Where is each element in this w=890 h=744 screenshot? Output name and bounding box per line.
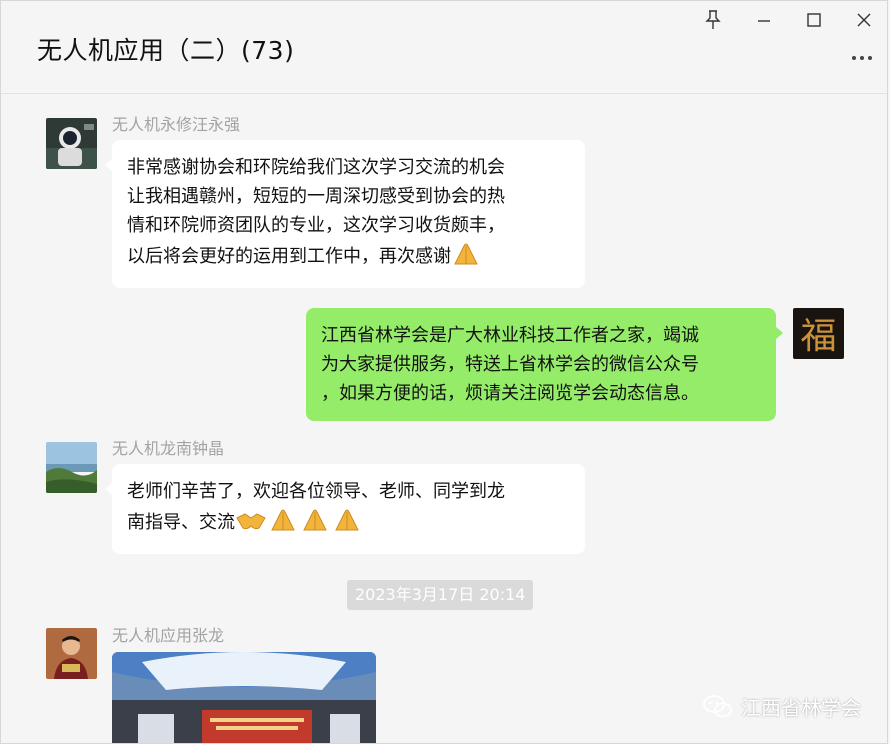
message-line: 老师们辛苦了，欢迎各位领导、老师、同学到龙 — [127, 481, 505, 502]
conference-room-photo[interactable] — [112, 652, 376, 743]
sender-name: 无人机应用张龙 — [112, 626, 225, 645]
title-bar: 无人机应用（二）(73) — [1, 1, 887, 94]
folded-hands-icon — [451, 240, 481, 275]
message-bubble[interactable]: 老师们辛苦了，欢迎各位领导、老师、同学到龙 南指导、交流 — [105, 464, 585, 554]
folded-hands-icon — [331, 506, 363, 541]
chat-window: 无人机应用（二）(73) 无人机永修汪永强 非常感谢协会和环院给我们这次学习交流… — [0, 0, 888, 744]
folded-hands-icon — [299, 506, 331, 541]
person-avatar[interactable] — [46, 628, 97, 679]
close-icon[interactable] — [849, 9, 879, 31]
timestamp: 2023年3月17日 20:14 — [347, 580, 534, 610]
message-line: 为大家提供服务，特送上省林学会的微信公众号 — [321, 354, 699, 375]
pin-icon[interactable] — [698, 9, 728, 31]
message-line: 江西省林学会是广大林业科技工作者之家，竭诚 — [321, 325, 699, 346]
wechat-icon — [703, 694, 732, 717]
handshake-icon — [235, 510, 267, 541]
message-line: 以后将会更好的运用到工作中，再次感谢 — [127, 246, 451, 267]
message-line: 情和环院师资团队的专业，这次学习收货颇丰， — [127, 215, 505, 236]
message-bubble[interactable]: 非常感谢协会和环院给我们这次学习交流的机会 让我相遇赣州，短短的一周深切感受到协… — [105, 140, 585, 288]
sender-name: 无人机龙南钟晶 — [112, 439, 225, 458]
watermark-text: 江西省林学会 — [741, 696, 861, 720]
maximize-icon[interactable] — [799, 9, 829, 31]
message-line: 非常感谢协会和环院给我们这次学习交流的机会 — [127, 157, 505, 178]
landscape-avatar[interactable] — [46, 442, 97, 493]
message-line: ，如果方便的话，烦请关注阅览学会动态信息。 — [321, 383, 699, 404]
svg-text:福: 福 — [800, 316, 836, 357]
message-bubble[interactable]: 江西省林学会是广大林业科技工作者之家，竭诚 为大家提供服务，特送上省林学会的微信… — [306, 308, 783, 421]
wechat-watermark: 江西省林学会 — [703, 692, 861, 721]
astronaut-avatar[interactable] — [46, 118, 97, 169]
folded-hands-icon — [267, 506, 299, 541]
message-line: 让我相遇赣州，短短的一周深切感受到协会的热 — [127, 186, 505, 207]
message-list[interactable]: 无人机永修汪永强 非常感谢协会和环院给我们这次学习交流的机会 让我相遇赣州，短短… — [1, 94, 887, 743]
message-line: 南指导、交流 — [127, 512, 235, 533]
minimize-icon[interactable] — [749, 9, 779, 31]
chat-title: 无人机应用（二）(73) — [37, 36, 295, 65]
sender-name: 无人机永修汪永强 — [112, 115, 241, 134]
more-icon[interactable] — [847, 51, 877, 65]
fu-character-avatar[interactable]: 福 — [793, 308, 844, 359]
